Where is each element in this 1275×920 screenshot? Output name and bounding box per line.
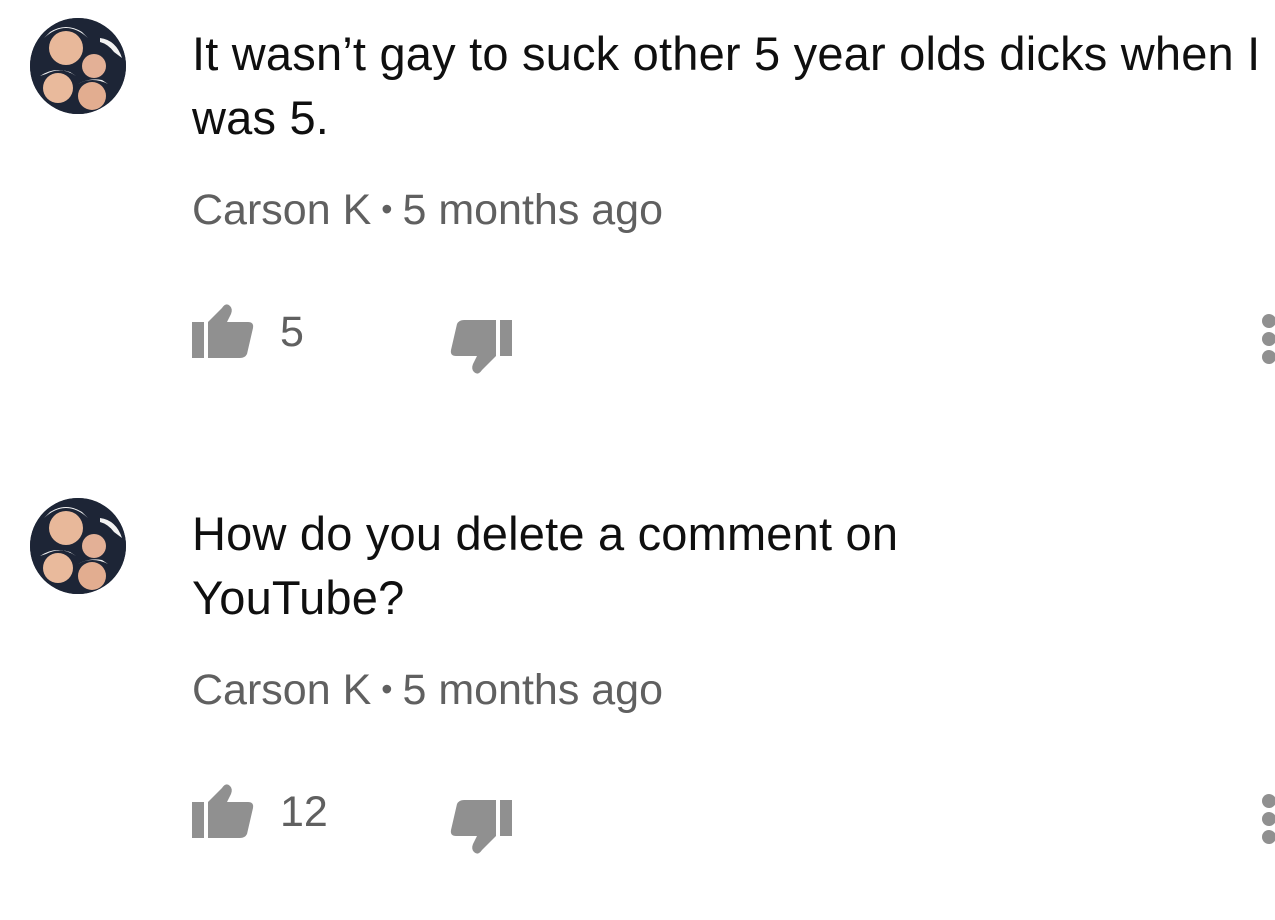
dislike-button[interactable]	[448, 798, 514, 858]
more-vertical-icon-dot	[1262, 332, 1275, 346]
more-vertical-icon-dot	[1262, 314, 1275, 328]
like-count: 5	[280, 308, 304, 356]
thumbs-up-icon	[192, 784, 254, 838]
more-options-button[interactable]	[1254, 790, 1275, 850]
thumbs-up-icon	[192, 304, 254, 358]
dislike-button[interactable]	[448, 318, 514, 378]
more-vertical-icon-dot	[1262, 830, 1275, 844]
avatar-image	[30, 18, 126, 114]
avatar-image	[30, 498, 126, 594]
comment-item: How do you delete a comment on YouTube? …	[0, 480, 1275, 920]
comment-time[interactable]: 5 months ago	[402, 186, 663, 234]
more-vertical-icon-dot	[1262, 812, 1275, 826]
comment-meta: Carson K • 5 months ago	[192, 184, 663, 239]
more-options-button[interactable]	[1254, 310, 1275, 370]
author-name[interactable]: Carson K	[192, 666, 371, 714]
like-button[interactable]	[190, 780, 256, 840]
more-vertical-icon-dot	[1262, 350, 1275, 364]
comment-actions: 5	[0, 296, 1275, 386]
author-name[interactable]: Carson K	[192, 186, 371, 234]
comment-time[interactable]: 5 months ago	[402, 666, 663, 714]
thumbs-down-icon	[450, 320, 512, 374]
like-count: 12	[280, 788, 328, 836]
meta-separator: •	[381, 191, 393, 227]
comment-text: How do you delete a comment on YouTube?	[192, 507, 899, 624]
avatar[interactable]	[30, 18, 126, 114]
comment-meta: Carson K • 5 months ago	[192, 664, 663, 719]
thumbs-down-icon	[450, 800, 512, 854]
comment-item: It wasn’t gay to suck other 5 year olds …	[0, 0, 1275, 440]
avatar[interactable]	[30, 498, 126, 594]
comment-actions: 12	[0, 776, 1275, 866]
comment-text: It wasn’t gay to suck other 5 year olds …	[192, 27, 1261, 144]
like-button[interactable]	[190, 300, 256, 360]
meta-separator: •	[381, 671, 393, 707]
more-vertical-icon-dot	[1262, 794, 1275, 808]
